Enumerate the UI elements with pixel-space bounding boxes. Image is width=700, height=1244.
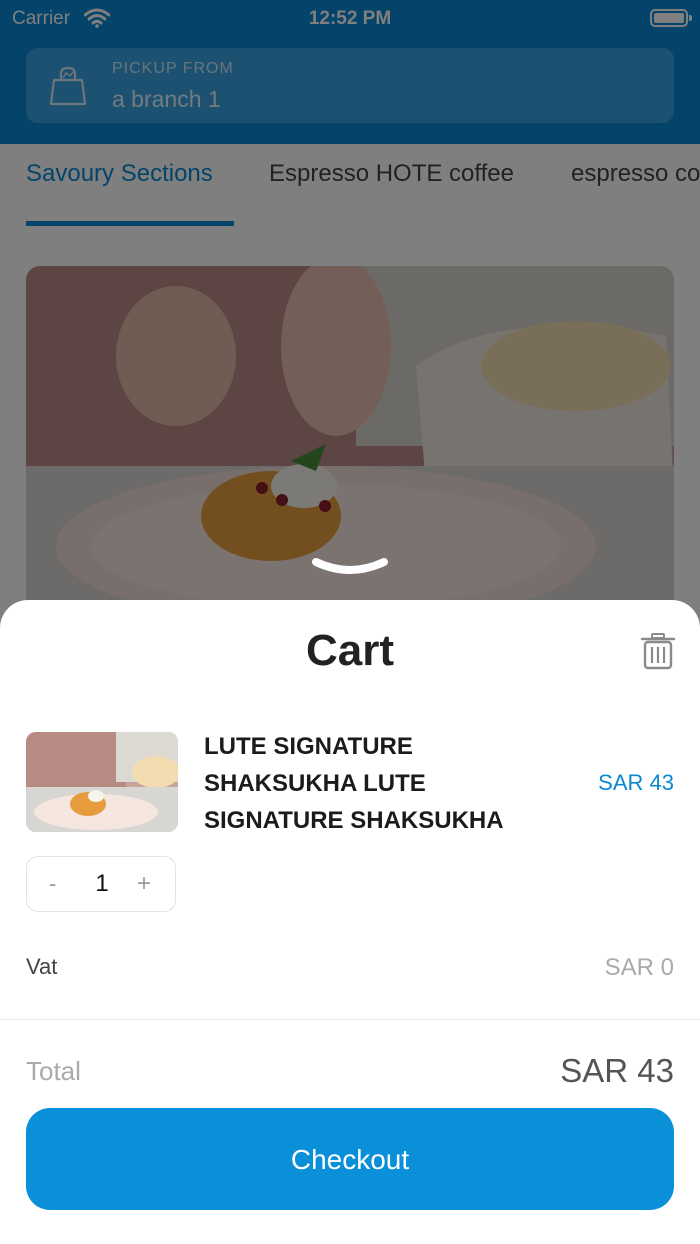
vat-label: Vat <box>26 954 58 979</box>
checkout-button[interactable]: Checkout <box>26 1108 674 1210</box>
divider <box>0 1019 700 1020</box>
increase-quantity-button[interactable]: + <box>137 870 151 898</box>
cart-sheet: Cart LUTE SIGNATURE SHAKSUKHA LUTE SIGNA… <box>0 600 700 1244</box>
cart-item-thumbnail <box>26 732 178 832</box>
total-label: Total <box>26 1056 81 1086</box>
total-value: SAR 43 <box>560 1052 674 1089</box>
chevron-down-icon[interactable] <box>310 556 390 582</box>
vat-value: SAR 0 <box>604 954 674 981</box>
quantity-stepper: - 1 + <box>26 856 176 912</box>
cart-item-price: SAR 43 <box>598 770 674 795</box>
cart-title: Cart <box>305 626 395 675</box>
trash-icon[interactable] <box>640 632 676 670</box>
quantity-value: 1 <box>95 870 109 897</box>
cart-item-name: LUTE SIGNATURE SHAKSUKHA LUTE SIGNATURE … <box>204 733 504 834</box>
